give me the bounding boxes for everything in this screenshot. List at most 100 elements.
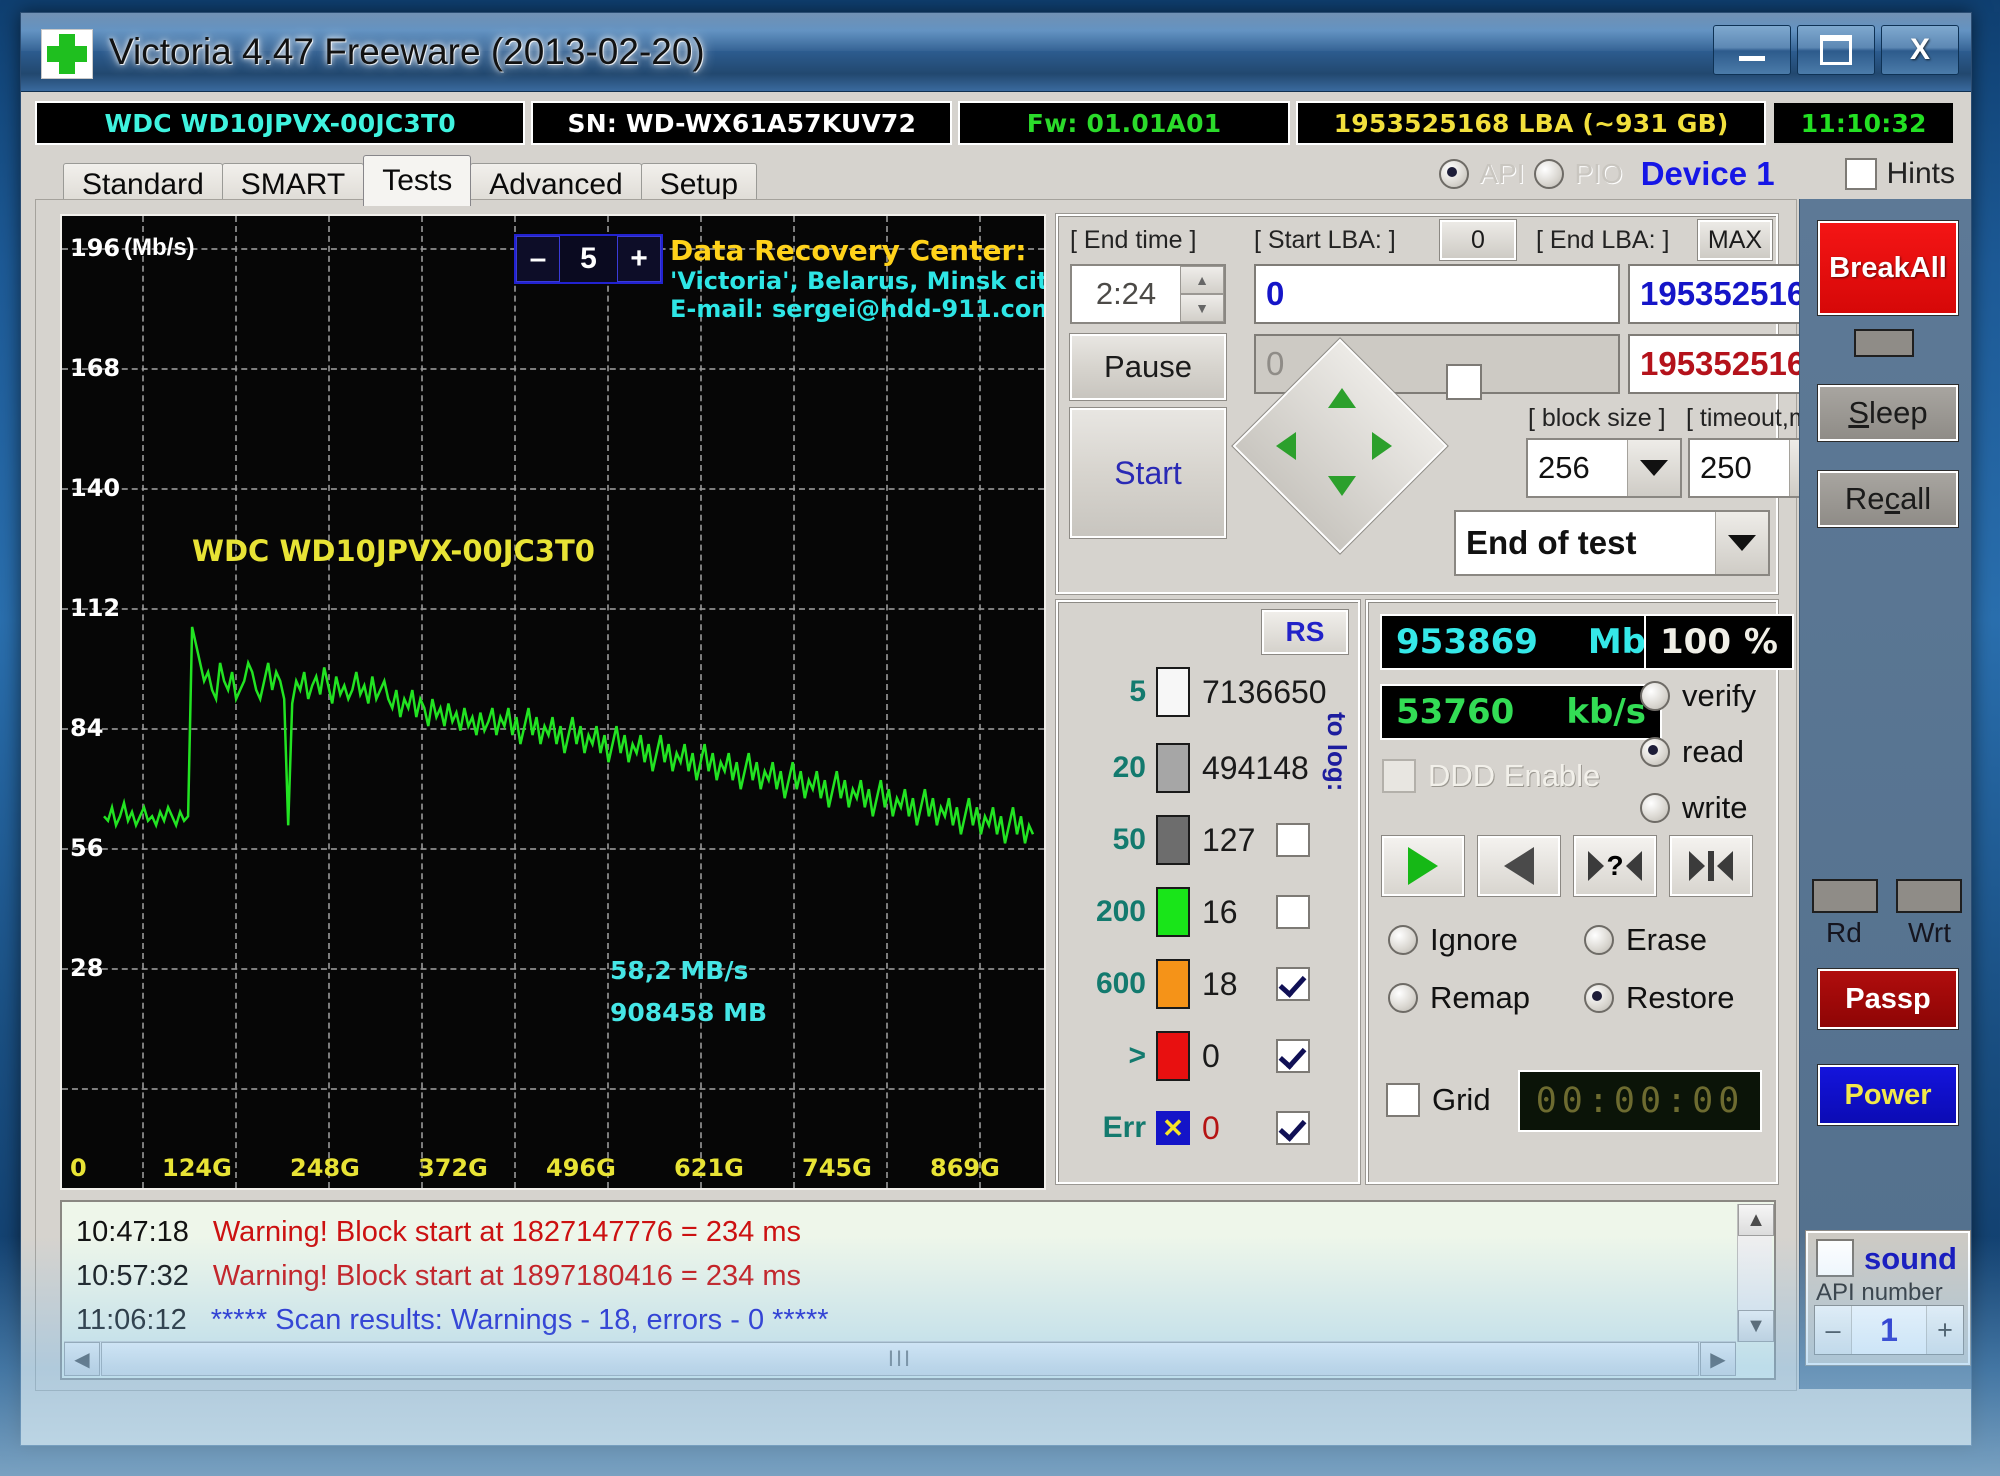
- radio-write[interactable]: [1640, 793, 1670, 823]
- legend-log-checkbox-50[interactable]: [1276, 823, 1310, 857]
- log-vertical-scrollbar[interactable]: ▲ ▼: [1737, 1204, 1774, 1342]
- drive-firmware: Fw: 01.01A01: [958, 101, 1290, 145]
- radio-restore[interactable]: [1584, 983, 1614, 1013]
- api-number-stepper[interactable]: – 1 +: [1814, 1305, 1964, 1355]
- speed-graph[interactable]: 196 (Mb/s) 168 140 112 84 56 28 0 124G 2…: [60, 214, 1046, 1190]
- dpad-down-icon[interactable]: [1328, 476, 1356, 496]
- rate-value: 53760: [1396, 692, 1515, 732]
- maximize-button[interactable]: [1797, 25, 1875, 75]
- legend-count-600: 18: [1202, 965, 1238, 1002]
- legend-row-20: 20 494148: [1058, 736, 1358, 800]
- tab-tests[interactable]: Tests: [363, 155, 472, 206]
- scroll-left-button[interactable]: ◀: [64, 1342, 100, 1376]
- end-time-up[interactable]: ▲: [1180, 266, 1224, 294]
- recall-button[interactable]: Re c all: [1817, 470, 1959, 528]
- mode-write-row[interactable]: write: [1640, 790, 1747, 826]
- dpad-up-icon[interactable]: [1328, 388, 1356, 408]
- hscroll-thumb[interactable]: III: [101, 1342, 1699, 1376]
- legend-log-checkbox-err[interactable]: [1276, 1111, 1310, 1145]
- grid-row[interactable]: Grid: [1386, 1082, 1491, 1118]
- log-horizontal-scrollbar[interactable]: ◀ III ▶: [64, 1341, 1736, 1376]
- log-panel[interactable]: 10:47:18 Warning! Block start at 18271477…: [60, 1200, 1776, 1380]
- radio-pio[interactable]: [1534, 159, 1565, 189]
- close-button[interactable]: X: [1881, 25, 1959, 75]
- hints-label: Hints: [1886, 157, 1955, 190]
- legend-row-over: > 0: [1058, 1024, 1358, 1088]
- rs-button[interactable]: RS: [1261, 609, 1349, 655]
- window-title: Victoria 4.47 Freeware (2013-02-20): [109, 31, 705, 72]
- play-back-button[interactable]: [1477, 835, 1561, 897]
- action-restore-label: Restore: [1626, 980, 1735, 1015]
- radio-api[interactable]: [1439, 159, 1470, 189]
- legend-swatch-5: [1156, 667, 1190, 717]
- radio-verify[interactable]: [1640, 681, 1670, 711]
- log-entry-3: 11:06:12 ***** Scan results: Warnings - 1…: [76, 1304, 829, 1337]
- drive-info-bar: WDC WD10JPVX-00JC3T0 SN: WD-WX61A57KUV72…: [35, 101, 1955, 145]
- start-button[interactable]: Start: [1069, 407, 1227, 539]
- sleep-button[interactable]: Sleep: [1817, 384, 1959, 442]
- start-lba-reset-button[interactable]: 0: [1439, 219, 1517, 261]
- drive-model: WDC WD10JPVX-00JC3T0: [35, 101, 526, 145]
- end-lba-max-button[interactable]: MAX: [1697, 219, 1773, 261]
- block-size-select[interactable]: 256: [1526, 438, 1682, 498]
- block-size-chevron-down-icon[interactable]: [1627, 440, 1680, 496]
- scroll-up-button[interactable]: ▲: [1738, 1204, 1774, 1236]
- legend-log-checkbox-200[interactable]: [1276, 895, 1310, 929]
- api-number-plus[interactable]: +: [1926, 1306, 1963, 1354]
- error-x-icon: ✕: [1156, 1111, 1190, 1145]
- legend-log-checkbox-over[interactable]: [1276, 1039, 1310, 1073]
- status-indicator: [1854, 329, 1914, 357]
- legend-count-err: 0: [1202, 1109, 1220, 1146]
- end-time-spinner[interactable]: ▲ ▼: [1180, 266, 1224, 322]
- radio-remap[interactable]: [1388, 983, 1418, 1013]
- minimize-button[interactable]: [1713, 25, 1791, 75]
- grid-checkbox[interactable]: [1386, 1083, 1420, 1117]
- legend-swatch-200: [1156, 887, 1190, 937]
- dpad-left-icon[interactable]: [1276, 432, 1296, 460]
- legend-log-checkbox-600[interactable]: [1276, 967, 1310, 1001]
- sound-settings-group: sound API number – 1 +: [1805, 1230, 1971, 1366]
- power-button[interactable]: Power: [1817, 1064, 1959, 1126]
- drive-capacity: 1953525168 LBA (~931 GB): [1295, 101, 1767, 145]
- action-erase-row[interactable]: Erase: [1584, 922, 1707, 958]
- end-time-down[interactable]: ▼: [1180, 294, 1224, 322]
- scanned-size-lcd: 953869 Mb: [1380, 614, 1662, 670]
- rate-lcd: 53760 kb/s: [1380, 684, 1662, 740]
- end-time-field[interactable]: 2:24 ▲ ▼: [1070, 264, 1226, 324]
- scroll-right-button[interactable]: ▶: [1700, 1342, 1736, 1376]
- ddd-enable-row[interactable]: DDD Enable: [1382, 758, 1600, 794]
- radio-erase[interactable]: [1584, 925, 1614, 955]
- readout-group: 953869 Mb 100 % 53760 kb/s DDD Enable ve…: [1365, 599, 1794, 1185]
- dpad-right-icon[interactable]: [1372, 432, 1392, 460]
- action-ignore-row[interactable]: Ignore: [1388, 922, 1518, 958]
- radio-ignore[interactable]: [1388, 925, 1418, 955]
- pause-button[interactable]: Pause: [1069, 333, 1227, 401]
- passport-button[interactable]: Passp: [1817, 968, 1959, 1030]
- legend-count-5: 7136650: [1202, 673, 1327, 710]
- seek-unknown-button[interactable]: ?: [1573, 835, 1657, 897]
- action-remap-row[interactable]: Remap: [1388, 980, 1530, 1016]
- scroll-down-button[interactable]: ▼: [1738, 1310, 1774, 1342]
- end-action-select[interactable]: End of test: [1454, 510, 1770, 576]
- sound-checkbox[interactable]: [1816, 1239, 1854, 1277]
- ddd-enable-checkbox[interactable]: [1382, 759, 1416, 793]
- legend-swatch-over: [1156, 1031, 1190, 1081]
- lba-dpad[interactable]: [1231, 337, 1449, 555]
- break-all-button[interactable]: Break All: [1817, 220, 1959, 316]
- action-restore-row[interactable]: Restore: [1584, 980, 1735, 1016]
- wrt-label: Wrt: [1908, 917, 1952, 948]
- mode-verify-row[interactable]: verify: [1640, 678, 1756, 714]
- block-size-label: [ block size ]: [1528, 404, 1666, 432]
- play-forward-button[interactable]: [1381, 835, 1465, 897]
- scanned-size-unit: Mb: [1587, 622, 1646, 662]
- api-number-minus[interactable]: –: [1815, 1306, 1852, 1354]
- end-action-chevron-down-icon[interactable]: [1715, 512, 1768, 574]
- mode-read-row[interactable]: read: [1640, 734, 1744, 770]
- legend-threshold-err: Err: [1102, 1111, 1146, 1144]
- scanned-size-value: 953869: [1396, 622, 1538, 662]
- seek-start-button[interactable]: [1669, 835, 1753, 897]
- hints-checkbox[interactable]: [1844, 158, 1877, 190]
- start-lba-input[interactable]: 0: [1254, 264, 1620, 324]
- radio-read[interactable]: [1640, 737, 1670, 767]
- dpad-lock-checkbox[interactable]: [1446, 364, 1482, 400]
